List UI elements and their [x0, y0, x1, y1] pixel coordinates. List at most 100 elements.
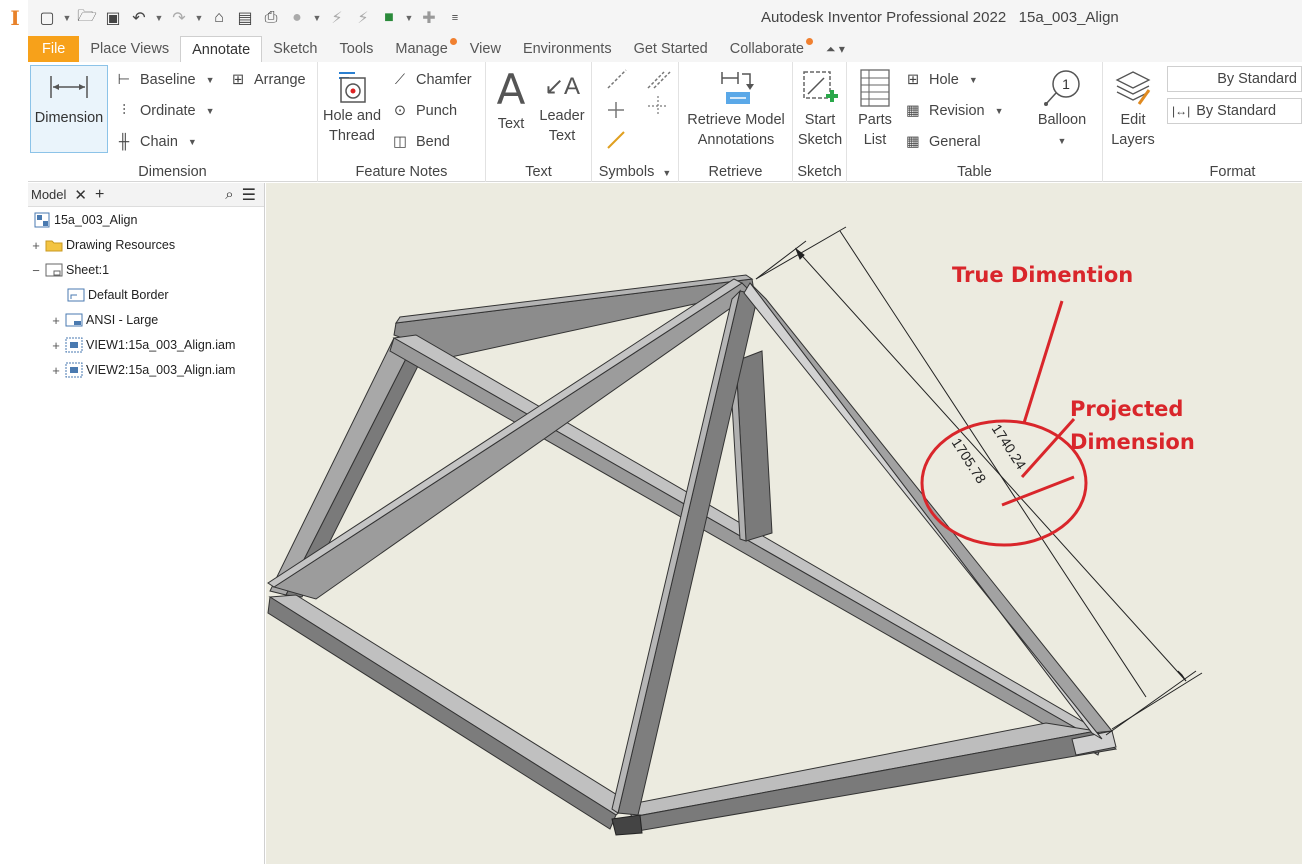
leader-text-button[interactable]: ↙A Leader Text — [536, 70, 588, 146]
true-dim-leader — [1022, 300, 1064, 424]
chain-button[interactable]: ╫ Chain ▼ — [114, 132, 197, 152]
punch-button[interactable]: ⊙ Punch — [390, 101, 457, 121]
annotation-true-dimension: True Dimention — [952, 263, 1134, 287]
retrieve-annotations-button[interactable]: Retrieve Model Annotations — [681, 68, 791, 150]
tab-manage[interactable]: Manage — [384, 36, 458, 62]
redo-icon[interactable]: ↷ — [168, 7, 190, 29]
chevron-down-icon[interactable]: ▼ — [404, 13, 414, 23]
plus-icon[interactable]: ✚ — [418, 7, 440, 29]
tree-node-drawing-resources[interactable]: + Drawing Resources — [30, 234, 175, 256]
app-name: Autodesk Inventor Professional 2022 — [761, 9, 1007, 26]
new-file-icon[interactable]: ▢ — [36, 7, 58, 29]
annotation-projected-line1: Projected — [1070, 397, 1184, 421]
search-icon[interactable]: ⌕ — [225, 186, 233, 203]
chevron-down-icon[interactable]: ▼ — [188, 137, 197, 147]
chevron-down-icon[interactable]: ▼ — [206, 75, 215, 85]
tab-file[interactable]: File — [28, 36, 80, 62]
tab-annotate[interactable]: Annotate — [180, 36, 263, 62]
tab-collaborate[interactable]: Collaborate — [719, 36, 815, 62]
tab-environments[interactable]: Environments — [512, 36, 623, 62]
arrange-button[interactable]: ⊞ Arrange — [228, 70, 306, 90]
baseline-button[interactable]: ⊢ Baseline ▼ — [114, 70, 215, 90]
panel-title-table: Table — [957, 164, 992, 180]
hole-table-button[interactable]: ⊞ Hole ▼ — [903, 70, 978, 90]
tree-node-default-border[interactable]: Default Border — [64, 284, 169, 306]
ordinate-button[interactable]: ⫶ Ordinate ▼ — [114, 101, 215, 121]
inventor-logo-icon[interactable]: I — [4, 0, 26, 36]
chamfer-icon: ⟋ — [394, 72, 406, 88]
frame-diagonal-right — [749, 282, 1113, 734]
general-table-button[interactable]: ▦ General — [903, 132, 980, 152]
tab-sketch[interactable]: Sketch — [262, 36, 328, 62]
open-folder-icon[interactable]: 🗁 — [76, 7, 98, 29]
tree-node-sheet[interactable]: − Sheet:1 — [30, 259, 109, 281]
frame-drawing — [267, 226, 1203, 836]
hole-and-thread-button[interactable]: Hole and Thread — [320, 70, 384, 146]
tab-get-started[interactable]: Get Started — [623, 36, 719, 62]
chevron-down-icon[interactable]: ▼ — [312, 13, 322, 23]
appearance-icon[interactable]: ● — [286, 7, 308, 29]
ribbon-display-toggle[interactable]: ⏶ ▾ — [815, 36, 856, 62]
chevron-down-icon[interactable]: ▼ — [995, 106, 1004, 116]
save-icon[interactable]: ▣ — [102, 7, 124, 29]
panel-title-symbols[interactable]: Symbols ▼ — [592, 164, 678, 180]
punch-icon: ⊙ — [393, 103, 407, 119]
close-icon[interactable]: ✕ — [74, 186, 87, 204]
ordinate-label: Ordinate — [140, 103, 196, 119]
tab-tools[interactable]: Tools — [329, 36, 385, 62]
chevron-down-icon[interactable]: ▼ — [194, 13, 204, 23]
tab-view[interactable]: View — [459, 36, 512, 62]
undo-icon[interactable]: ↶ — [128, 7, 150, 29]
chevron-down-icon[interactable]: ▼ — [969, 75, 978, 85]
annotation-projected-line2: Dimension — [1070, 430, 1195, 454]
punch-label: Punch — [416, 103, 458, 119]
balloon-button[interactable]: 1 Balloon ▼ — [1027, 68, 1097, 151]
drawing-canvas[interactable]: 1740.24 1705.78 True Dimention Projected… — [266, 183, 1302, 864]
leader-text-icon: ↙A — [543, 73, 581, 100]
expand-icon[interactable]: + — [30, 238, 42, 253]
chamfer-button[interactable]: ⟋ Chamfer — [390, 70, 472, 90]
expand-icon[interactable]: + — [50, 338, 62, 353]
tab-place-views[interactable]: Place Views — [79, 36, 180, 62]
arrange-icon: ⊞ — [231, 72, 245, 88]
rebuild-icon[interactable]: ⚡ — [352, 7, 374, 29]
dimension-button[interactable]: Dimension — [30, 65, 108, 153]
chevron-down-icon[interactable]: ▼ — [1058, 136, 1067, 146]
home-icon[interactable]: ⌂ — [208, 7, 230, 29]
menu-icon[interactable]: ☰ — [242, 185, 256, 205]
expand-icon[interactable]: + — [50, 313, 62, 328]
red-annotation-marks — [920, 300, 1088, 547]
style-dropdown[interactable]: By Standard — [1167, 66, 1302, 92]
tree-node-title-block[interactable]: + ANSI - Large — [50, 309, 158, 331]
bend-button[interactable]: ◫ Bend — [390, 132, 450, 152]
update-icon[interactable]: ⚡ — [326, 7, 348, 29]
edit-layers-button[interactable]: Edit Layers — [1105, 68, 1161, 150]
start-sketch-label-line1: Start — [804, 112, 836, 128]
print-icon[interactable]: ⎙ — [260, 7, 282, 29]
measure-icon[interactable]: ▤ — [234, 7, 256, 29]
add-tab-icon[interactable]: + — [95, 186, 104, 204]
browser-tab-label: Model — [31, 187, 67, 202]
dimension-style-dropdown[interactable]: |↔| By Standard — [1167, 98, 1302, 124]
chevron-down-icon[interactable]: ▼ — [206, 106, 215, 116]
border-icon — [67, 287, 85, 303]
text-button[interactable]: A Text — [490, 68, 532, 134]
panel-toggle-icon: ⏶ ▾ — [825, 41, 845, 56]
start-sketch-label-line2: Sketch — [797, 132, 843, 148]
notification-dot — [449, 38, 457, 45]
parts-list-button[interactable]: Parts List — [851, 68, 899, 150]
browser-tab-model[interactable]: Model — [31, 187, 66, 202]
export-icon[interactable]: ■ — [378, 7, 400, 29]
chevron-down-icon[interactable]: ▼ — [662, 168, 671, 178]
tree-node-view2[interactable]: + VIEW2:15a_003_Align.iam — [50, 359, 235, 381]
expand-icon[interactable]: + — [50, 363, 62, 378]
chevron-down-icon[interactable]: ▼ — [62, 13, 72, 23]
revision-table-button[interactable]: ▦ Revision ▼ — [903, 101, 1004, 121]
retrieve-label-line2: Annotations — [697, 132, 775, 148]
collapse-icon[interactable]: − — [30, 263, 42, 278]
tree-node-document[interactable]: 15a_003_Align — [30, 209, 137, 231]
chevron-down-icon[interactable]: ▼ — [154, 13, 164, 23]
customize-icon[interactable]: ≡ — [444, 7, 466, 29]
start-sketch-button[interactable]: Start Sketch — [795, 68, 845, 150]
tree-node-view1[interactable]: + VIEW1:15a_003_Align.iam — [50, 334, 235, 356]
